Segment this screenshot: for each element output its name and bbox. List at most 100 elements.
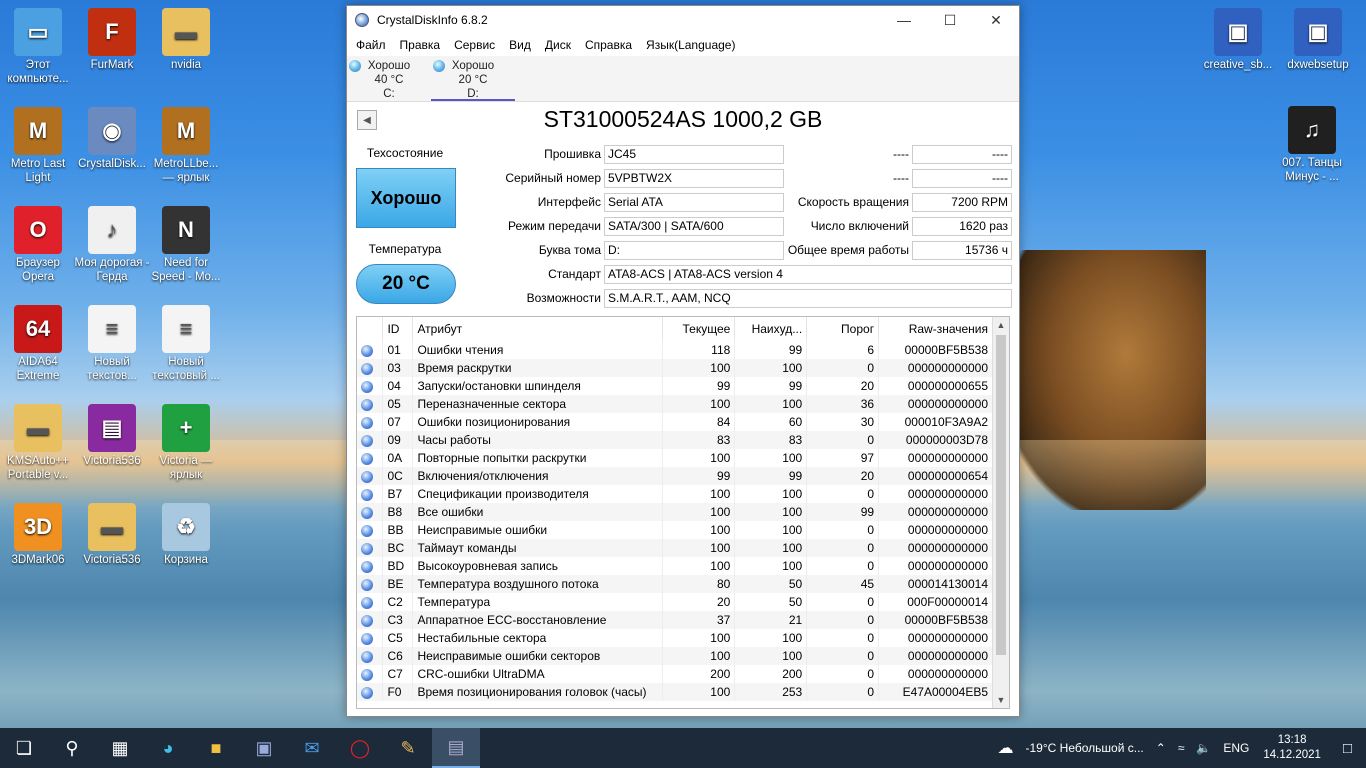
table-row[interactable]: C3 Аппаратное ECC-восстановление 37 21 0 0000…: [357, 611, 993, 629]
desktop-icon[interactable]: ♻ Корзина: [148, 503, 224, 567]
maximize-button[interactable]: ☐: [927, 6, 973, 34]
menu-help[interactable]: Справка: [578, 38, 639, 52]
menu-view[interactable]: Вид: [502, 38, 538, 52]
weather-cloud-icon[interactable]: ☁: [992, 738, 1020, 758]
raw-value-cell: 000F00000014: [878, 593, 993, 611]
desktop-icon[interactable]: O Браузер Opera: [0, 206, 76, 284]
table-row[interactable]: F0 Время позиционирования головок (часы) 1…: [357, 683, 993, 701]
desktop-icon[interactable]: ▣ creative_sb...: [1200, 8, 1276, 72]
notifications-icon[interactable]: □: [1329, 740, 1366, 757]
col-raw-values[interactable]: Raw-значения: [878, 317, 993, 341]
installer-icon: ▣: [1294, 8, 1342, 56]
status-cell: [357, 395, 384, 413]
desktop-icon[interactable]: + Victoria — ярлык: [148, 404, 224, 482]
desktop-icon[interactable]: ▬ nvidia: [148, 8, 224, 72]
volume-icon[interactable]: 🔈: [1190, 741, 1217, 755]
table-row[interactable]: C2 Температура 20 50 0 000F00000014: [357, 593, 993, 611]
table-scrollbar[interactable]: ▲ ▼: [992, 317, 1009, 708]
file-explorer-icon[interactable]: ■: [192, 728, 240, 768]
scroll-thumb[interactable]: [996, 335, 1006, 655]
scroll-down-icon[interactable]: ▼: [993, 692, 1009, 708]
desktop-icon[interactable]: ◉ CrystalDisk...: [74, 107, 150, 171]
table-row[interactable]: 03 Время раскрутки 100 100 0 000000000000: [357, 359, 993, 377]
table-row[interactable]: BB Неисправимые ошибки 100 100 0 000000000000: [357, 521, 993, 539]
col-worst[interactable]: Наихуд...: [734, 317, 808, 341]
desktop-icon[interactable]: ≡ Новый текстовый ...: [148, 305, 224, 383]
desktop-icon[interactable]: M Metro Last Light: [0, 107, 76, 185]
col-status[interactable]: [357, 317, 384, 341]
menu-edit[interactable]: Правка: [393, 38, 448, 52]
edge-icon[interactable]: ◕: [144, 728, 192, 768]
menu-disk[interactable]: Диск: [538, 38, 578, 52]
weather-text[interactable]: -19°C Небольшой с...: [1020, 741, 1150, 755]
table-row[interactable]: 07 Ошибки позиционирования 84 60 30 000010F3A…: [357, 413, 993, 431]
opera-icon[interactable]: ◯: [336, 728, 384, 768]
scroll-up-icon[interactable]: ▲: [993, 317, 1009, 333]
desktop-icon[interactable]: ▤ Victoria536: [74, 404, 150, 468]
col-current[interactable]: Текущее: [662, 317, 736, 341]
desktop-icon[interactable]: 3D 3DMark06: [0, 503, 76, 567]
drive-tab-c[interactable]: Хорошо 40 °C C:: [347, 56, 431, 101]
worst-cell: 99: [734, 377, 808, 395]
desktop-icon[interactable]: ▭ Этот компьюте...: [0, 8, 76, 86]
threshold-cell: 0: [806, 683, 880, 701]
menu-file[interactable]: Файл: [349, 38, 393, 52]
menu-language[interactable]: Язык(Language): [639, 38, 742, 52]
text-file-icon: ≡: [88, 305, 136, 353]
table-row[interactable]: C6 Неисправимые ошибки секторов 100 100 0 000…: [357, 647, 993, 665]
desktop-icon[interactable]: M MetroLLbe... — ярлык: [148, 107, 224, 185]
minimize-button[interactable]: —: [881, 6, 927, 34]
status-cell: [357, 611, 384, 629]
desktop-icon[interactable]: ▬ Victoria536: [74, 503, 150, 567]
table-row[interactable]: 01 Ошибки чтения 118 99 6 00000BF5B538: [357, 341, 993, 359]
table-row[interactable]: C7 CRC-ошибки UltraDMA 200 200 0 000000000000: [357, 665, 993, 683]
smart-table[interactable]: ID Атрибут Текущее Наихуд... Порог Raw-з…: [356, 316, 1010, 709]
desktop-icon[interactable]: 64 AIDA64 Extreme: [0, 305, 76, 383]
col-threshold[interactable]: Порог: [806, 317, 880, 341]
network-icon[interactable]: ≈: [1172, 741, 1191, 755]
close-button[interactable]: ✕: [973, 6, 1019, 34]
start-windows-icon[interactable]: ❏: [0, 728, 48, 768]
temperature-badge[interactable]: 20 °C: [356, 264, 456, 304]
winrar-icon: ▤: [88, 404, 136, 452]
threshold-cell: 0: [806, 359, 880, 377]
mail-icon[interactable]: ✉: [288, 728, 336, 768]
table-row[interactable]: 0C Включения/отключения 99 99 20 000000000654: [357, 467, 993, 485]
worst-cell: 100: [734, 395, 808, 413]
table-row[interactable]: B8 Все ошибки 100 100 99 000000000000: [357, 503, 993, 521]
drive-letter: C:: [383, 88, 395, 100]
health-status-badge[interactable]: Хорошо: [356, 168, 456, 228]
table-row[interactable]: 09 Часы работы 83 83 0 000000003D78: [357, 431, 993, 449]
desktop-icon[interactable]: ♫ 007. Танцы Минус - ...: [1274, 106, 1350, 184]
crystaldisk-taskbar-icon[interactable]: ▤: [432, 728, 480, 768]
desktop-icon[interactable]: ▣ dxwebsetup: [1280, 8, 1356, 72]
power-on-count-field: 1620 раз: [912, 217, 1012, 236]
paint-icon[interactable]: ✎: [384, 728, 432, 768]
search-icon[interactable]: ⚲: [48, 728, 96, 768]
col-id[interactable]: ID: [382, 317, 414, 341]
menu-service[interactable]: Сервис: [447, 38, 502, 52]
table-row[interactable]: 05 Переназначенные сектора 100 100 36 0000000…: [357, 395, 993, 413]
table-row[interactable]: BE Температура воздушного потока 80 50 45 000…: [357, 575, 993, 593]
table-row[interactable]: BD Высокоуровневая запись 100 100 0 000000000…: [357, 557, 993, 575]
language-indicator[interactable]: ENG: [1217, 741, 1255, 755]
col-attribute[interactable]: Атрибут: [412, 317, 664, 341]
table-row[interactable]: B7 Спецификации производителя 100 100 0 00000…: [357, 485, 993, 503]
drive-tab-d[interactable]: Хорошо 20 °C D:: [431, 56, 515, 101]
store-icon[interactable]: ▣: [240, 728, 288, 768]
table-row[interactable]: 04 Запуски/остановки шпинделя 99 99 20 000000…: [357, 377, 993, 395]
table-row[interactable]: C5 Нестабильные сектора 100 100 0 00000000000…: [357, 629, 993, 647]
desktop-icon[interactable]: ♪ Моя дорогая - Герда: [74, 206, 150, 284]
table-row[interactable]: BC Таймаут команды 100 100 0 000000000000: [357, 539, 993, 557]
clock[interactable]: 13:18 14.12.2021: [1255, 733, 1329, 763]
task-view-icon[interactable]: ▦: [96, 728, 144, 768]
desktop-icon[interactable]: N Need for Speed - Mo...: [148, 206, 224, 284]
title-bar[interactable]: CrystalDiskInfo 6.8.2 — ☐ ✕: [347, 6, 1019, 34]
firmware-label: Прошивка: [544, 147, 601, 161]
desktop-icon[interactable]: ≡ Новый текстов...: [74, 305, 150, 383]
table-row[interactable]: 0A Повторные попытки раскрутки 100 100 97 000…: [357, 449, 993, 467]
desktop-icon[interactable]: F FurMark: [74, 8, 150, 72]
chevron-up-icon[interactable]: ⌃: [1150, 741, 1172, 755]
desktop-icon[interactable]: ▬ KMSAuto++ Portable v...: [0, 404, 76, 482]
desktop-icon-label: MetroLLbe... — ярлык: [153, 158, 219, 184]
